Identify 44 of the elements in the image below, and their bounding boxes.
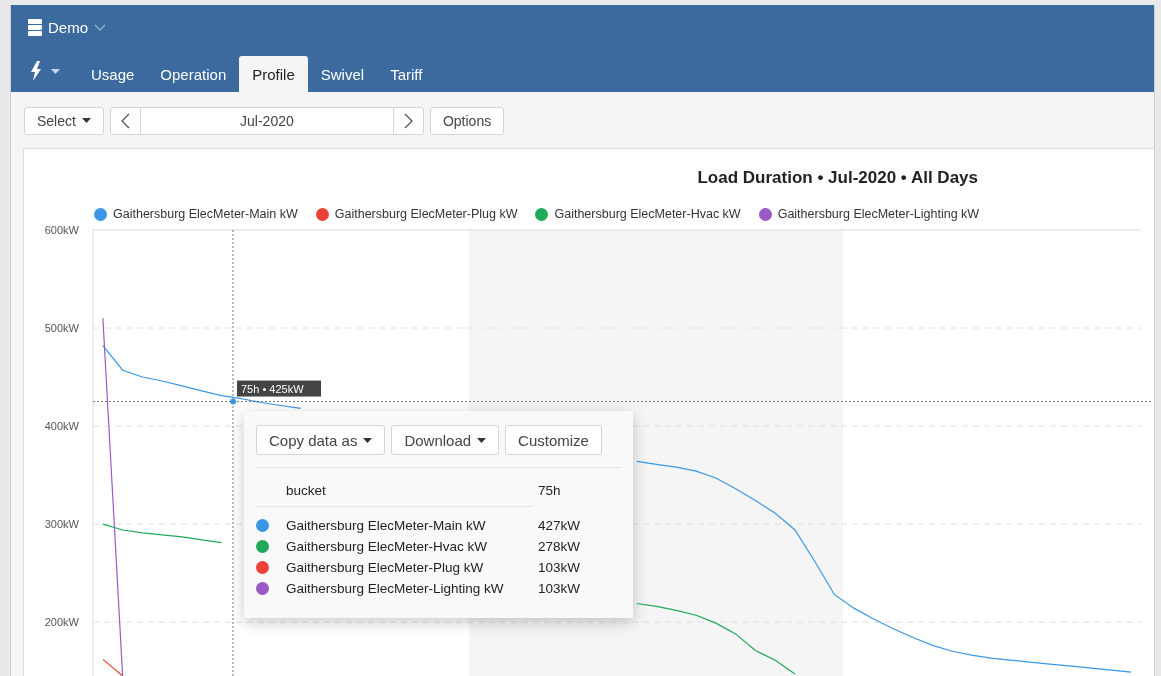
legend-label[interactable]: Gaithersburg ElecMeter-Main kW [113, 207, 298, 221]
column-label: bucket [286, 482, 327, 498]
series-name: Gaithersburg ElecMeter-Lighting kW [286, 581, 505, 596]
options-button[interactable]: Options [429, 106, 505, 135]
legend-label[interactable]: Gaithersburg ElecMeter-Hvac kW [554, 207, 741, 221]
axis-tick-label: 600kW [44, 226, 79, 236]
popup-button[interactable]: Download [391, 425, 500, 455]
axis-tick-label: 400kW [44, 420, 79, 433]
popup-button[interactable]: Customize [505, 425, 602, 455]
lightning-icon[interactable] [31, 61, 42, 81]
legend-label[interactable]: Gaithersburg ElecMeter-Plug kW [334, 207, 518, 221]
axis-tick-label: 500kW [44, 322, 79, 335]
chevron-down-icon[interactable] [94, 24, 106, 31]
axis-tick-label: 300kW [44, 518, 79, 531]
caret-icon [51, 68, 60, 74]
series-value: 427kW [538, 518, 582, 533]
chevron-right-icon [403, 112, 413, 129]
caret-icon [81, 118, 91, 123]
nav-tab[interactable]: Tariff [377, 56, 436, 92]
date-field[interactable]: Jul-2020 [140, 106, 393, 135]
popup-button[interactable]: Copy data as [256, 425, 386, 455]
server-icon [28, 19, 42, 36]
select-dropdown[interactable]: Select [24, 106, 104, 135]
chevron-left-icon [120, 112, 130, 129]
nav-tab[interactable]: Operation [147, 56, 240, 92]
nav-tab[interactable]: Swivel [307, 56, 378, 92]
series-value: 103kW [538, 581, 582, 596]
crosshair-label: 75h • 425kW [237, 380, 321, 397]
annotation: 75h • 425kW [241, 382, 305, 395]
series-value: 278kW [538, 539, 582, 554]
axis-tick-label: 200kW [44, 616, 79, 629]
nav-tab[interactable]: Usage [78, 56, 148, 92]
workspace-name[interactable]: Demo [48, 19, 88, 36]
series-value: 103kW [538, 560, 582, 575]
next-button[interactable] [392, 106, 424, 135]
series-name: Gaithersburg ElecMeter-Plug kW [286, 560, 485, 575]
series-name: Gaithersburg ElecMeter-Hvac kW [286, 539, 489, 554]
column-value: 75h [538, 482, 561, 498]
series-name: Gaithersburg ElecMeter-Main kW [286, 518, 487, 533]
nav-tab[interactable]: Profile [239, 56, 308, 92]
legend-label[interactable]: Gaithersburg ElecMeter-Lighting kW [777, 207, 980, 221]
chart-title: Load Duration • Jul-2020 • All Days [697, 168, 978, 188]
previous-button[interactable] [109, 106, 141, 135]
crosshair-point [230, 398, 236, 405]
